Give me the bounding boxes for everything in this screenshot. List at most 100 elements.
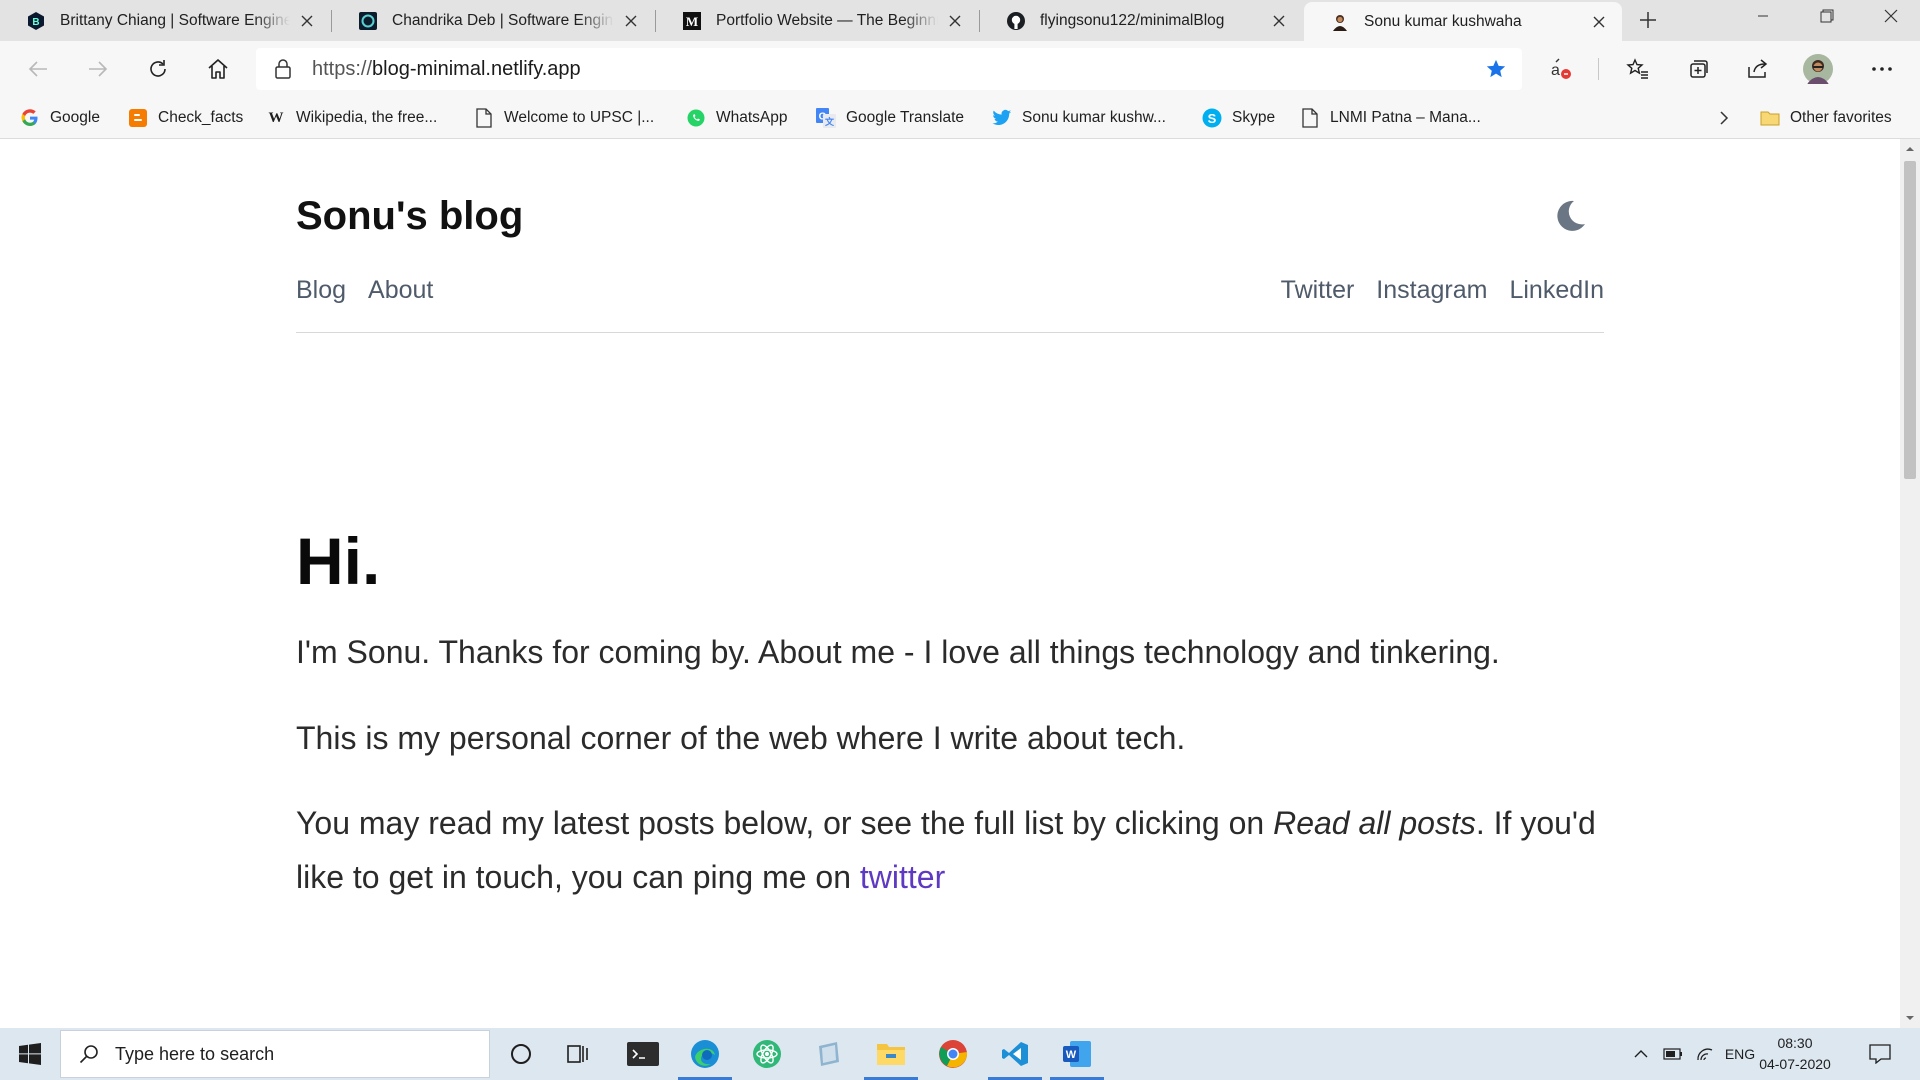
read-all-posts-emphasis: Read all posts <box>1273 805 1476 841</box>
favorites-bar: Google Check_facts W Wikipedia, the free… <box>0 97 1920 139</box>
forward-button[interactable] <box>80 51 116 87</box>
scroll-up-arrow-icon[interactable] <box>1900 139 1920 159</box>
other-favorites[interactable]: Other favorites <box>1760 97 1892 139</box>
search-icon <box>77 1042 101 1066</box>
word-app-icon[interactable]: W <box>1046 1028 1108 1080</box>
address-bar[interactable]: https://blog-minimal.netlify.app <box>256 48 1522 90</box>
refresh-button[interactable] <box>140 51 176 87</box>
fav-check-facts[interactable]: Check_facts <box>128 97 243 139</box>
tab-sonu-active[interactable]: Sonu kumar kushwaha <box>1304 2 1622 41</box>
home-button[interactable] <box>200 51 236 87</box>
close-icon[interactable] <box>1590 13 1608 31</box>
dark-mode-toggle-moon-icon[interactable] <box>1552 198 1588 234</box>
fav-label: Google <box>50 109 100 126</box>
nav-instagram-link[interactable]: Instagram <box>1376 276 1487 305</box>
fav-wikipedia[interactable]: W Wikipedia, the free... <box>266 97 438 139</box>
url-text: https://blog-minimal.netlify.app <box>312 57 581 80</box>
tab-title: Sonu kumar kushwaha <box>1364 12 1522 30</box>
close-icon[interactable] <box>298 12 316 30</box>
svg-text:S: S <box>1208 111 1217 126</box>
close-window-button[interactable] <box>1862 0 1920 32</box>
task-view-icon[interactable] <box>548 1028 610 1080</box>
page-scrollbar[interactable] <box>1900 139 1920 1028</box>
restore-button[interactable] <box>1798 0 1856 32</box>
fav-skype[interactable]: S Skype <box>1202 97 1275 139</box>
show-hidden-icons-chevron-icon[interactable] <box>1624 1028 1658 1080</box>
twitter-link[interactable]: twitter <box>860 859 945 895</box>
fav-google-translate[interactable]: G文 Google Translate <box>816 97 964 139</box>
blogger-icon <box>128 108 148 128</box>
whatsapp-icon <box>686 108 706 128</box>
battery-icon[interactable] <box>1658 1028 1688 1080</box>
favorites-button[interactable] <box>1620 51 1656 87</box>
page-icon <box>474 108 494 128</box>
wifi-icon[interactable] <box>1690 1028 1720 1080</box>
share-button[interactable] <box>1740 51 1776 87</box>
page-icon <box>1300 108 1320 128</box>
site-nav-primary: Blog About <box>296 276 433 305</box>
scrollbar-thumb[interactable] <box>1904 161 1916 479</box>
minimize-button[interactable] <box>1734 0 1792 32</box>
browser-toolbar: https://blog-minimal.netlify.app a <box>0 41 1920 97</box>
nav-linkedin-link[interactable]: LinkedIn <box>1509 276 1604 305</box>
favorites-overflow-chevron-icon[interactable] <box>1712 97 1736 139</box>
tab-strip: B Brittany Chiang | Software Engineer Ch… <box>0 0 1920 41</box>
intro-paragraph: I'm Sonu. Thanks for coming by. About me… <box>296 634 1500 670</box>
tab-title: Portfolio Website — The Beginning <box>716 11 938 30</box>
terminal-app-icon[interactable] <box>612 1028 674 1080</box>
nav-twitter-link[interactable]: Twitter <box>1281 276 1355 305</box>
chrome-app-icon[interactable] <box>922 1028 984 1080</box>
nav-blog-link[interactable]: Blog <box>296 276 346 305</box>
notifications-icon[interactable] <box>1860 1028 1900 1080</box>
taskbar-clock[interactable]: 08:30 04-07-2020 <box>1750 1033 1840 1075</box>
cortana-icon[interactable] <box>490 1028 552 1080</box>
close-icon[interactable] <box>622 12 640 30</box>
scroll-down-arrow-icon[interactable] <box>1900 1008 1920 1028</box>
lock-icon[interactable] <box>272 58 294 80</box>
fav-label: Other favorites <box>1790 109 1892 126</box>
tab-github[interactable]: flyingsonu122/minimalBlog <box>980 0 1302 41</box>
tab-title: Brittany Chiang | Software Engineer <box>60 11 290 30</box>
tab-medium[interactable]: M Portfolio Website — The Beginning <box>656 0 978 41</box>
vscode-app-icon[interactable] <box>984 1028 1046 1080</box>
fav-label: LNMI Patna – Mana... <box>1330 109 1481 126</box>
taskbar-search-box[interactable]: Type here to search <box>60 1030 490 1078</box>
fav-lnmi[interactable]: LNMI Patna – Mana... <box>1300 97 1481 139</box>
nav-about-link[interactable]: About <box>368 276 433 305</box>
clock-time: 08:30 <box>1777 1035 1813 1051</box>
file-explorer-icon[interactable] <box>860 1028 922 1080</box>
close-icon[interactable] <box>1270 12 1288 30</box>
edge-app-icon[interactable] <box>674 1028 736 1080</box>
twitter-icon <box>992 108 1012 128</box>
back-button[interactable] <box>20 51 56 87</box>
notes-app-icon[interactable] <box>798 1028 860 1080</box>
more-menu-button[interactable] <box>1864 51 1900 87</box>
tab-title: Chandrika Deb | Software Engineer <box>392 11 614 30</box>
site-title[interactable]: Sonu's blog <box>296 194 523 239</box>
tab-brittany[interactable]: B Brittany Chiang | Software Engineer <box>0 0 330 41</box>
close-icon[interactable] <box>946 12 964 30</box>
github-favicon <box>1006 11 1026 31</box>
profile-avatar[interactable] <box>1800 51 1836 87</box>
start-button-windows-icon[interactable] <box>0 1028 60 1080</box>
extension-icon[interactable]: a <box>1542 51 1578 87</box>
atom-app-icon[interactable] <box>736 1028 798 1080</box>
hero-heading: Hi. <box>296 524 381 598</box>
medium-favicon: M <box>682 11 702 31</box>
windows-taskbar: Type here to search W ENG 08:30 04-07-20… <box>0 1028 1920 1080</box>
svg-text:B: B <box>32 17 39 28</box>
new-tab-button[interactable] <box>1632 4 1664 36</box>
chandrika-favicon <box>358 11 378 31</box>
fav-whatsapp[interactable]: WhatsApp <box>686 97 788 139</box>
tab-chandrika[interactable]: Chandrika Deb | Software Engineer <box>332 0 654 41</box>
fav-label: Sonu kumar kushw... <box>1022 109 1166 126</box>
fav-upsc[interactable]: Welcome to UPSC |... <box>474 97 654 139</box>
fav-twitter[interactable]: Sonu kumar kushw... <box>992 97 1166 139</box>
clock-date: 04-07-2020 <box>1759 1056 1831 1072</box>
fav-google[interactable]: Google <box>20 97 100 139</box>
search-placeholder: Type here to search <box>115 1043 275 1064</box>
about-paragraph: This is my personal corner of the web wh… <box>296 720 1186 756</box>
collections-button[interactable] <box>1680 51 1716 87</box>
favorite-star-icon[interactable] <box>1484 57 1508 81</box>
svg-text:M: M <box>686 14 698 29</box>
